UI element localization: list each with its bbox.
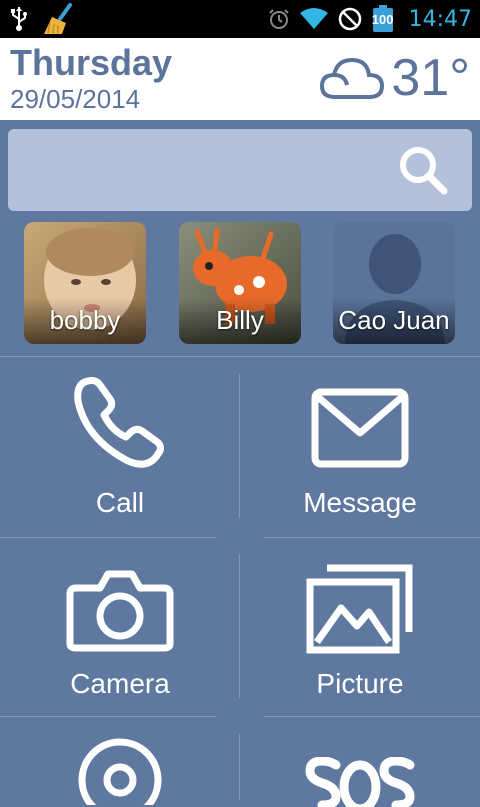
contact-billy[interactable]: Billy [179,222,301,344]
phone-icon [74,377,164,468]
tile-label: Message [303,487,417,518]
do-not-disturb-icon [338,7,361,31]
contact-name: Billy [216,305,264,335]
favorite-contacts: bobby Billy Cao Juan [0,220,480,348]
camera-icon [66,570,174,652]
contact-name: bobby [49,305,121,335]
picture-icon [306,564,413,654]
target-icon [78,738,162,805]
wifi-icon [299,8,328,29]
notification-icons [10,3,78,34]
usb-icon [11,7,27,31]
call-tile[interactable]: Call [0,357,240,537]
temperature: 31° [391,49,470,107]
weather-widget[interactable]: 31° [319,48,470,108]
message-tile[interactable]: Message [240,357,480,537]
cloud-icon [320,57,385,99]
contact-bobby[interactable]: bobby [24,222,146,344]
contact-cao-juan[interactable]: Cao Juan [333,222,455,344]
location-tile[interactable] [0,717,240,805]
battery-icon: 100 [371,4,395,34]
status-bar: 100 14:47 [0,0,480,38]
date-weather-header[interactable]: Thursday 29/05/2014 31° [0,38,480,120]
search-icon[interactable] [396,143,450,197]
day-of-week: Thursday [10,42,173,83]
status-clock: 14:47 [408,6,472,32]
tile-label: Picture [316,668,404,699]
alarm-icon [268,9,289,29]
tile-label: Camera [70,668,170,699]
broom-icon [44,3,72,34]
battery-level: 100 [371,12,394,27]
system-icons: 100 14:47 [267,0,472,38]
envelope-icon [311,388,409,468]
date-text: 29/05/2014 [10,84,141,114]
camera-tile[interactable]: Camera [0,538,240,716]
search-bar[interactable] [8,129,472,211]
tile-label: Call [95,487,145,518]
sos-tile[interactable] [240,717,480,807]
contact-name: Cao Juan [338,305,450,335]
picture-tile[interactable]: Picture [240,538,480,716]
